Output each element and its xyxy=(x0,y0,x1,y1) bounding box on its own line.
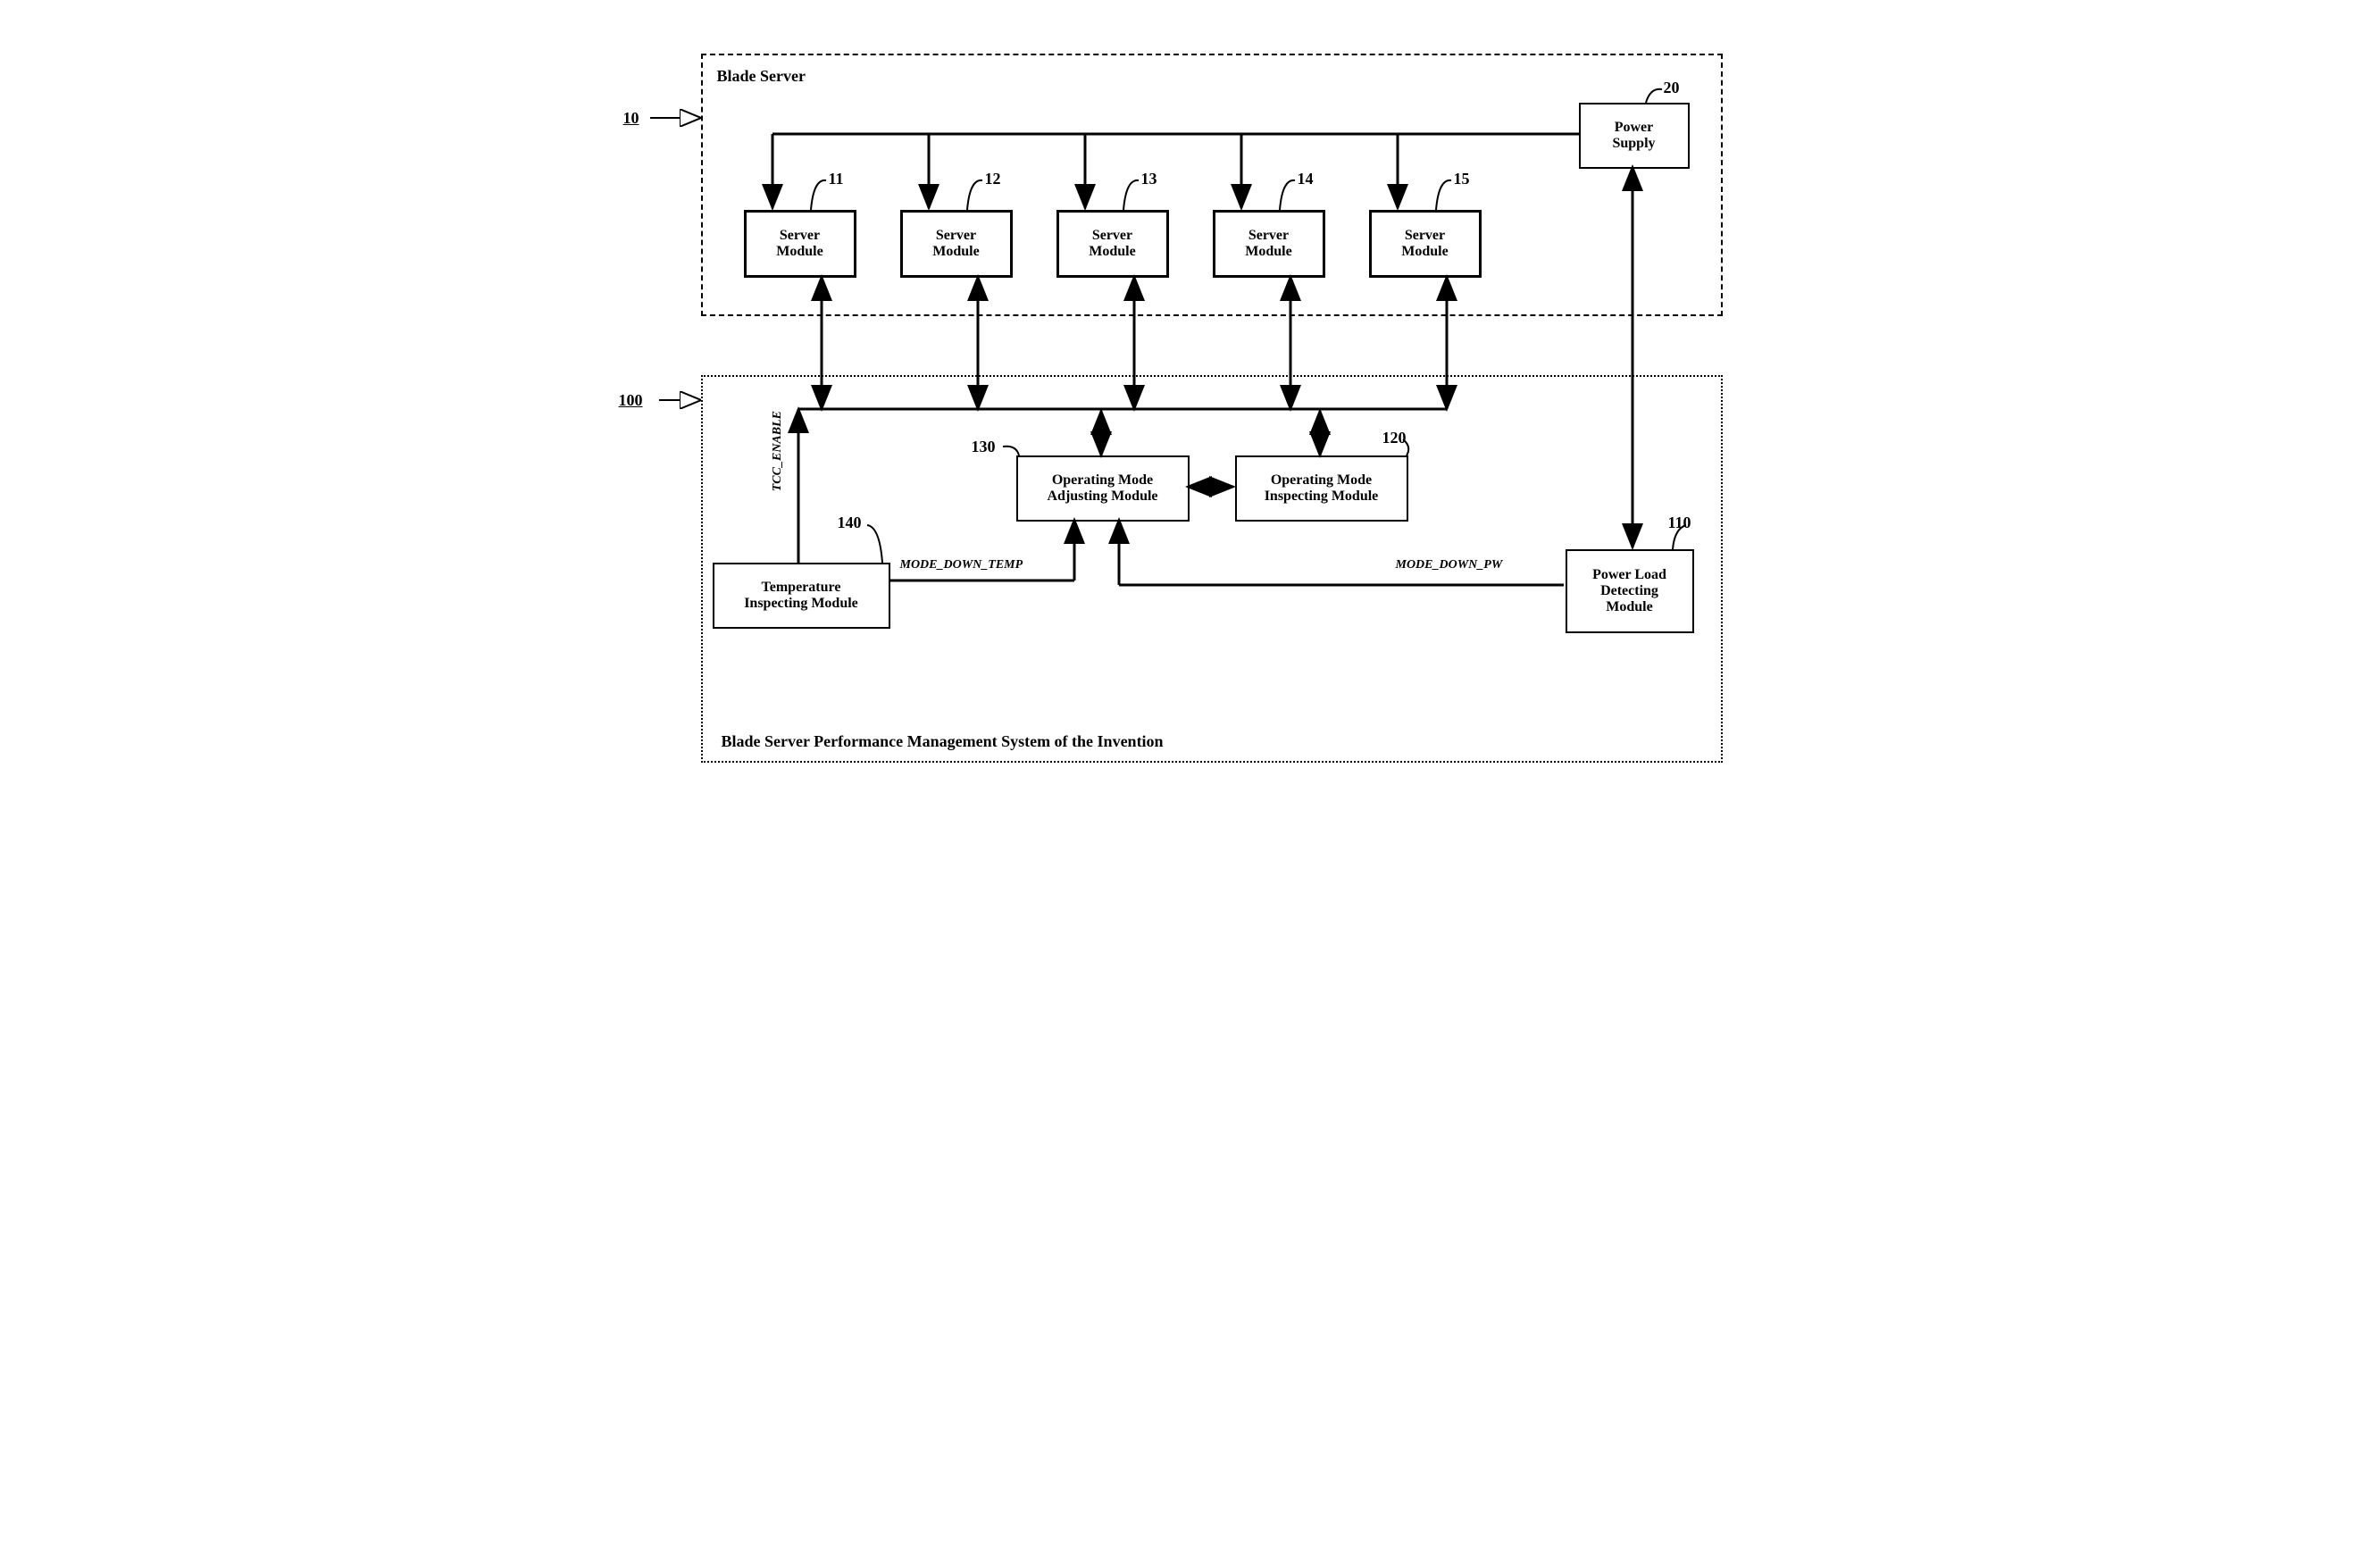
server-module-2-num: 12 xyxy=(985,170,1001,188)
power-load-module-box: Power Load Detecting Module xyxy=(1566,549,1694,633)
server-module-2: Server Module xyxy=(900,210,1013,278)
power-supply-num: 20 xyxy=(1664,79,1680,97)
adjusting-module-box: Operating Mode Adjusting Module xyxy=(1016,455,1190,522)
system-title: Blade Server Performance Management Syst… xyxy=(722,732,1164,751)
server-module-4-num: 14 xyxy=(1298,170,1314,188)
server-module-3-num: 13 xyxy=(1141,170,1157,188)
temperature-module-num: 140 xyxy=(838,514,862,532)
ref-100-label: 100 xyxy=(619,391,643,410)
blade-server-title: Blade Server xyxy=(717,67,806,86)
tcc-enable-label: TCC_ENABLE xyxy=(771,411,785,491)
inspecting-module-num: 120 xyxy=(1382,429,1407,447)
temperature-module-box: Temperature Inspecting Module xyxy=(713,563,890,629)
server-module-1: Server Module xyxy=(744,210,856,278)
ref-10-label: 10 xyxy=(623,109,639,128)
power-supply-box: Power Supply xyxy=(1579,103,1690,169)
server-module-5-num: 15 xyxy=(1454,170,1470,188)
server-module-3: Server Module xyxy=(1056,210,1169,278)
power-load-module-num: 110 xyxy=(1668,514,1691,532)
mode-down-pw-label: MODE_DOWN_PW xyxy=(1396,558,1503,572)
system-diagram: 10 100 Blade Server Blade Server Perform… xyxy=(619,36,1762,786)
adjusting-module-num: 130 xyxy=(972,438,996,456)
server-module-4: Server Module xyxy=(1213,210,1325,278)
server-module-5: Server Module xyxy=(1369,210,1482,278)
mode-down-temp-label: MODE_DOWN_TEMP xyxy=(900,558,1023,572)
inspecting-module-box: Operating Mode Inspecting Module xyxy=(1235,455,1408,522)
server-module-1-num: 11 xyxy=(829,170,844,188)
